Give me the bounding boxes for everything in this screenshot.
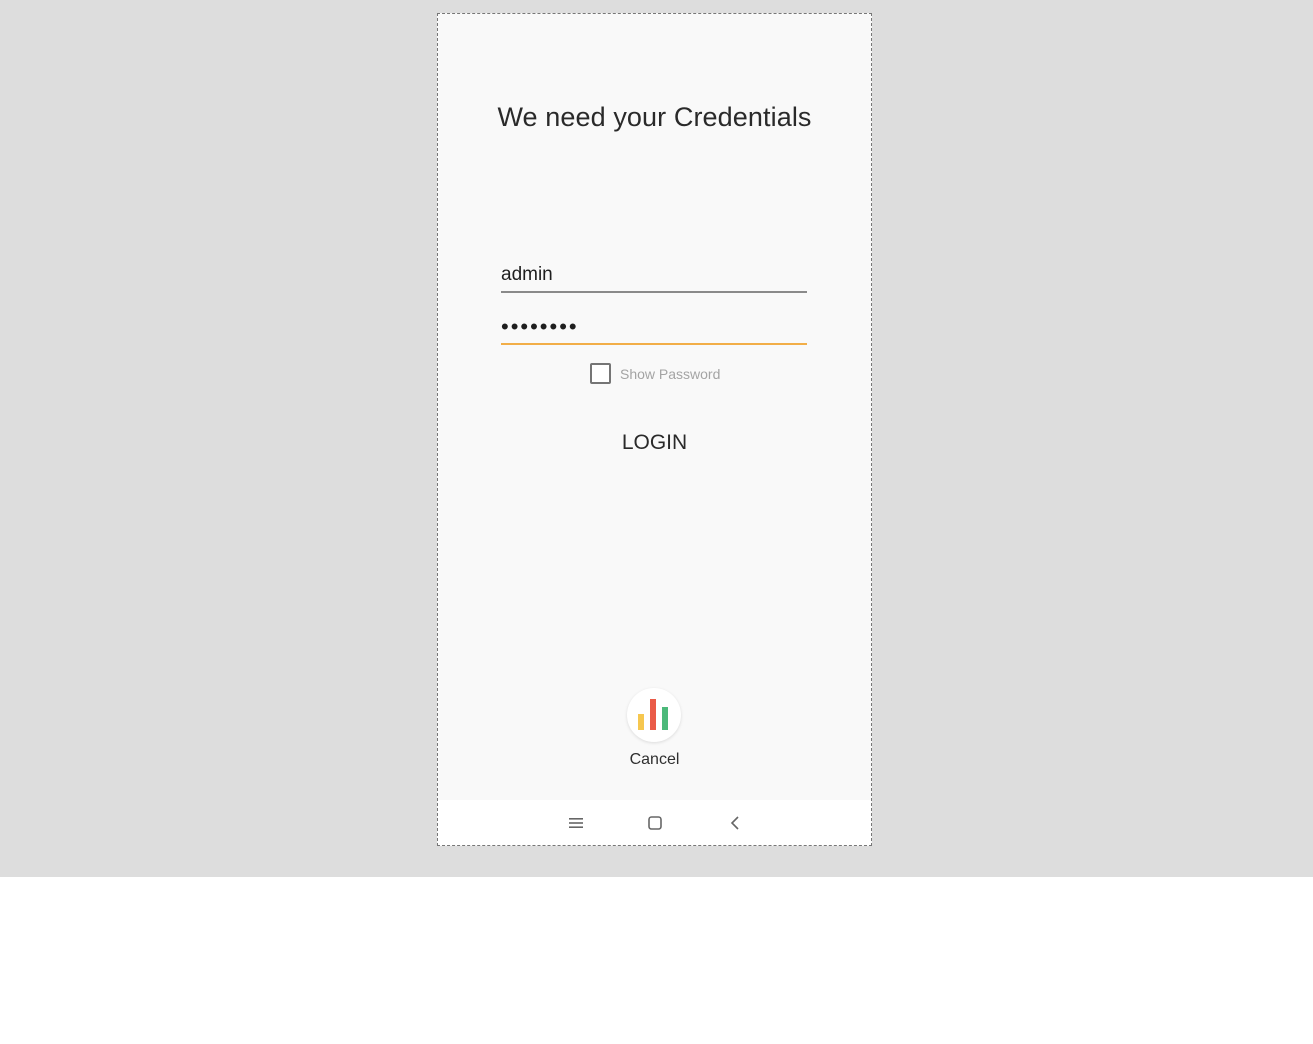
login-button[interactable]: LOGIN xyxy=(438,431,871,455)
recents-icon[interactable] xyxy=(565,812,587,834)
bar-chart-icon[interactable] xyxy=(627,688,681,742)
phone-screen: We need your Credentials Show Password L… xyxy=(437,13,872,846)
password-input[interactable] xyxy=(501,311,807,343)
home-icon[interactable] xyxy=(644,812,666,834)
cancel-button[interactable]: Cancel xyxy=(438,751,871,769)
password-field[interactable] xyxy=(501,311,807,345)
navigation-bar xyxy=(438,800,871,845)
page-title: We need your Credentials xyxy=(497,102,812,132)
show-password-label: Show Password xyxy=(620,365,721,382)
username-field[interactable] xyxy=(501,259,807,293)
show-password-toggle[interactable]: Show Password xyxy=(590,363,720,384)
username-input[interactable] xyxy=(501,259,807,291)
back-icon[interactable] xyxy=(724,812,746,834)
show-password-checkbox[interactable] xyxy=(590,363,611,384)
